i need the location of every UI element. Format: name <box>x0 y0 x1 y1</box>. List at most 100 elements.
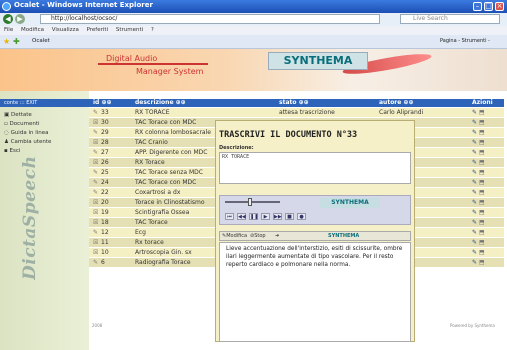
delete-icon[interactable]: ⬒ <box>479 229 485 236</box>
back-step-button[interactable]: ◀◀ <box>237 213 246 220</box>
row-actions[interactable]: ✎ ⬒ <box>472 118 485 128</box>
edit-icon[interactable]: ✎ <box>472 209 477 216</box>
edit-icon[interactable]: ✎ <box>472 239 477 246</box>
col-stato[interactable]: stato ⊕⊕ <box>279 99 309 107</box>
menu-visualizza[interactable]: Visualizza <box>52 27 79 33</box>
stop-button[interactable]: ■ <box>285 213 294 220</box>
row-actions[interactable]: ✎ ⬒ <box>472 258 485 268</box>
col-id[interactable]: id ⊕⊕ <box>93 99 112 107</box>
row-actions[interactable]: ✎ ⬒ <box>472 248 485 258</box>
editor-toolbar <box>219 231 411 241</box>
delete-icon[interactable]: ⬒ <box>479 159 485 166</box>
record-button[interactable]: ● <box>297 213 306 220</box>
sidebar-user[interactable]: conte ::: EXIT <box>0 99 89 107</box>
modifica-button[interactable]: ✎Modifica <box>222 232 247 240</box>
row-actions[interactable]: ✎ ⬒ <box>472 138 485 148</box>
delete-icon[interactable]: ⬒ <box>479 259 485 266</box>
edit-icon[interactable]: ✎ <box>472 149 477 156</box>
delete-icon[interactable]: ⬒ <box>479 189 485 196</box>
close-button[interactable]: × <box>495 2 504 11</box>
row-actions[interactable]: ✎ ⬒ <box>472 198 485 208</box>
add-favorite-icon[interactable]: ✚ <box>13 38 21 46</box>
delete-icon[interactable]: ⬒ <box>479 129 485 136</box>
sidebar-item-dettate[interactable]: ▣ Dettate <box>4 112 32 119</box>
row-actions[interactable]: ✎ ⬒ <box>472 208 485 218</box>
delete-icon[interactable]: ⬒ <box>479 219 485 226</box>
browser-tools[interactable]: Pagina - Strumenti - <box>440 38 490 44</box>
row-type-icon: ☒ <box>93 239 99 246</box>
menu-modifica[interactable]: Modifica <box>21 27 44 33</box>
minimize-button[interactable]: – <box>473 2 482 11</box>
header-title-line2: Manager System <box>136 67 204 76</box>
delete-icon[interactable]: ⬒ <box>479 139 485 146</box>
row-actions[interactable]: ✎ ⬒ <box>472 218 485 228</box>
row-actions[interactable]: ✎ ⬒ <box>472 168 485 178</box>
row-descrizione[interactable]: RX TORACE <box>135 108 261 118</box>
row-actions[interactable]: ✎ ⬒ <box>472 108 485 118</box>
delete-icon[interactable]: ⬒ <box>479 119 485 126</box>
star-icon[interactable]: ★ <box>3 38 11 46</box>
delete-icon[interactable]: ⬒ <box>479 249 485 256</box>
edit-icon[interactable]: ✎ <box>472 109 477 116</box>
sidebar-item-guida[interactable]: ◌ Guida in linea <box>4 130 49 137</box>
description-input[interactable]: RX TORACE <box>219 152 411 184</box>
delete-icon[interactable]: ⬒ <box>479 209 485 216</box>
menu-help[interactable]: ? <box>151 27 154 33</box>
row-actions[interactable]: ✎ ⬒ <box>472 128 485 138</box>
audio-slider-knob[interactable] <box>248 198 252 206</box>
sidebar-item-cambia-utente[interactable]: ♟ Cambia utente <box>4 139 51 146</box>
edit-icon[interactable]: ✎ <box>472 189 477 196</box>
stop-edit-button[interactable]: ⊘Stop <box>250 232 266 240</box>
forward-button[interactable]: ▶ <box>15 14 25 24</box>
edit-icon[interactable]: ✎ <box>472 229 477 236</box>
delete-icon[interactable]: ⬒ <box>479 169 485 176</box>
edit-icon[interactable]: ✎ <box>472 219 477 226</box>
row-id: 18 <box>101 219 109 226</box>
menu-file[interactable]: File <box>4 27 13 33</box>
window-title: Ocalet - Windows Internet Explorer <box>14 1 153 9</box>
delete-icon[interactable]: ⬒ <box>479 199 485 206</box>
edit-icon[interactable]: ✎ <box>472 159 477 166</box>
menu-strumenti[interactable]: Strumenti <box>116 27 143 33</box>
row-actions[interactable]: ✎ ⬒ <box>472 148 485 158</box>
url-input[interactable]: http://localhost/ocsoc/ <box>40 14 380 24</box>
row-actions[interactable]: ✎ ⬒ <box>472 158 485 168</box>
table-row[interactable]: ✎ 33 RX TORACE attesa trascrizione Carlo Ali… <box>89 108 504 118</box>
delete-icon[interactable]: ⬒ <box>479 149 485 156</box>
edit-icon[interactable]: ✎ <box>472 139 477 146</box>
row-id: 12 <box>101 229 109 236</box>
maximize-button[interactable]: □ <box>484 2 493 11</box>
edit-icon[interactable]: ✎ <box>472 259 477 266</box>
forward-step-button[interactable]: ▶▶ <box>273 213 282 220</box>
pause-button[interactable]: ❚❚ <box>249 213 258 220</box>
sidebar-item-esci[interactable]: ▪ Esci <box>4 148 20 155</box>
row-actions[interactable]: ✎ ⬒ <box>472 188 485 198</box>
edit-icon[interactable]: ✎ <box>472 179 477 186</box>
row-actions[interactable]: ✎ ⬒ <box>472 238 485 248</box>
search-input[interactable]: Live Search <box>400 14 500 24</box>
rewind-button[interactable]: ⏮ <box>225 213 234 220</box>
row-type-icon: ☒ <box>93 119 99 126</box>
delete-icon[interactable]: ⬒ <box>479 239 485 246</box>
delete-icon[interactable]: ⬒ <box>479 109 485 116</box>
audio-slider-track[interactable] <box>225 201 280 203</box>
play-button[interactable]: ▶ <box>261 213 270 220</box>
col-descrizione[interactable]: descrizione ⊕⊕ <box>135 99 186 107</box>
browser-tab[interactable]: Ocalet <box>32 38 50 44</box>
row-actions[interactable]: ✎ ⬒ <box>472 178 485 188</box>
edit-icon[interactable]: ✎ <box>472 169 477 176</box>
row-actions[interactable]: ✎ ⬒ <box>472 228 485 238</box>
transcription-textarea[interactable]: Lieve accentuazione dell'interstizio, es… <box>219 242 411 342</box>
row-id: 29 <box>101 129 109 136</box>
col-autore[interactable]: autore ⊕⊕ <box>379 99 414 107</box>
menu-preferiti[interactable]: Preferiti <box>87 27 109 33</box>
edit-icon[interactable]: ✎ <box>472 129 477 136</box>
row-type-icon: ✎ <box>93 149 99 156</box>
edit-icon[interactable]: ✎ <box>472 199 477 206</box>
edit-icon[interactable]: ✎ <box>472 249 477 256</box>
arrow-icon[interactable]: ➜ <box>275 232 279 240</box>
sidebar-item-documenti[interactable]: ▫ Documenti <box>4 121 40 128</box>
delete-icon[interactable]: ⬒ <box>479 179 485 186</box>
edit-icon[interactable]: ✎ <box>472 119 477 126</box>
back-button[interactable]: ◀ <box>3 14 13 24</box>
